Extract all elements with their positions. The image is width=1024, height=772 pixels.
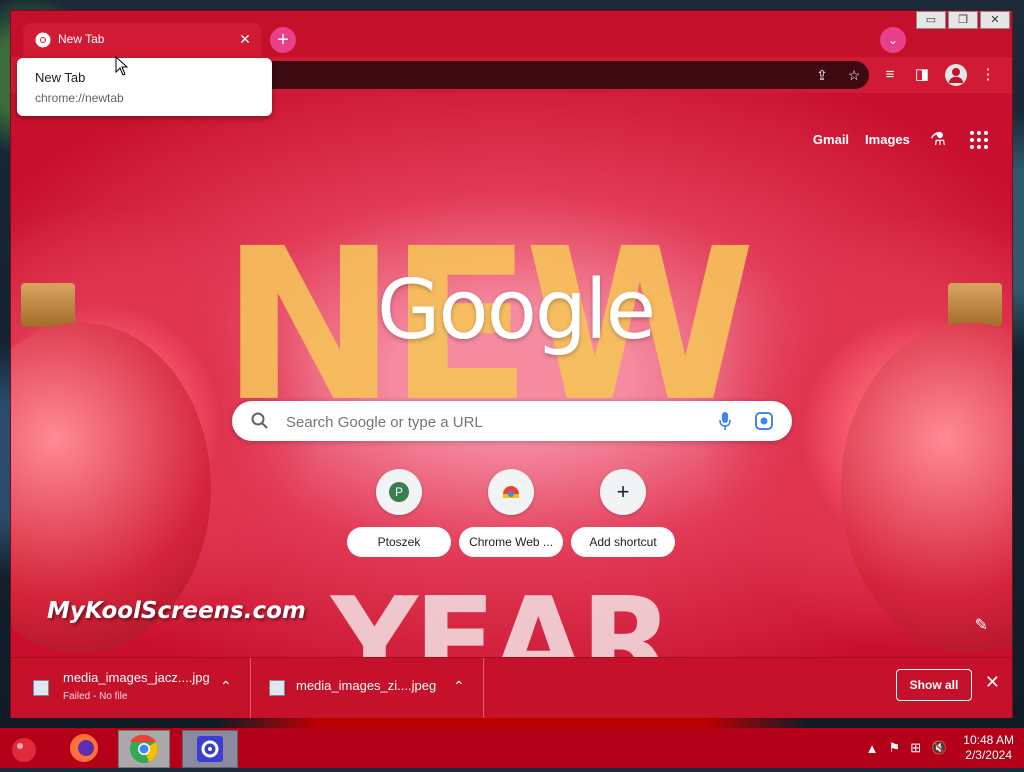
image-file-icon	[269, 680, 285, 696]
new-tab-page: NEW YEAR Gmail Images ⚗ Google Search Go…	[11, 93, 1012, 657]
start-button[interactable]	[0, 730, 50, 766]
add-icon: +	[616, 479, 630, 504]
clock-time: 10:48 AM	[963, 733, 1014, 747]
tray-expand-icon[interactable]: ▲	[866, 741, 879, 756]
volume-muted-icon[interactable]: 🔇	[931, 740, 947, 756]
window-controls: ▭ ❐ ✕	[914, 11, 1010, 29]
chrome-web-store-icon	[503, 486, 519, 498]
start-ornament-icon	[12, 738, 36, 762]
google-lens-icon[interactable]	[754, 411, 774, 431]
background-year-text: YEAR	[331, 573, 673, 657]
tab-search-button[interactable]: ⌄	[880, 27, 906, 53]
ornament-right	[841, 323, 1012, 653]
google-logo: Google	[377, 263, 656, 358]
download-status: Failed - No file	[63, 691, 128, 702]
firefox-icon	[70, 734, 98, 762]
labs-flask-icon[interactable]: ⚗	[930, 129, 946, 150]
top-links: Gmail Images ⚗	[797, 129, 988, 150]
voice-search-icon[interactable]	[718, 411, 732, 431]
reading-list-icon[interactable]: ≡	[881, 66, 899, 84]
tab-title: New Tab	[58, 32, 105, 46]
ornament-cap-right	[948, 283, 1002, 327]
settings-gear-icon	[197, 736, 223, 762]
search-icon	[251, 412, 268, 429]
system-tray: ▲ ⚑ ⊞ 🔇 10:48 AM 2/3/2024	[866, 732, 1014, 764]
action-center-flag-icon[interactable]: ⚑	[889, 740, 901, 756]
taskbar-chrome[interactable]	[118, 730, 170, 768]
bookmark-star-icon[interactable]: ☆	[846, 67, 862, 83]
address-bar[interactable]: ⇪ ☆	[259, 61, 869, 89]
new-tab-button[interactable]: +	[270, 27, 296, 53]
shortcut-chrome-web-store[interactable]: Chrome Web ...	[459, 469, 563, 557]
shortcut-label: Add shortcut	[571, 527, 675, 557]
mouse-cursor-icon	[115, 56, 129, 76]
clock[interactable]: 10:48 AM 2/3/2024	[963, 733, 1014, 763]
show-all-button[interactable]: Show all	[896, 669, 972, 701]
network-icon[interactable]: ⊞	[910, 740, 921, 756]
tab-close-icon[interactable]: ✕	[235, 29, 255, 49]
share-icon[interactable]: ⇪	[814, 67, 830, 83]
tab-strip: New Tab ✕ + ⌄ ▭ ❐ ✕	[11, 11, 1012, 57]
tooltip-url: chrome://newtab	[35, 91, 124, 105]
image-file-icon	[33, 680, 49, 696]
shortcut-ptoszek[interactable]: P Ptoszek	[347, 469, 451, 557]
tab-hover-tooltip: New Tab chrome://newtab	[17, 58, 272, 116]
close-window-button[interactable]: ✕	[980, 11, 1010, 29]
shortcut-label: Ptoszek	[347, 527, 451, 557]
taskbar-firefox[interactable]	[62, 730, 112, 766]
ornament-cap-left	[21, 283, 75, 327]
minimize-button[interactable]: ▭	[916, 11, 946, 29]
shortcut-add[interactable]: + Add shortcut	[571, 469, 675, 557]
taskbar: ▲ ⚑ ⊞ 🔇 10:48 AM 2/3/2024	[0, 728, 1024, 768]
menu-icon[interactable]: ⋮	[979, 66, 997, 84]
ptoszek-avatar-icon: P	[389, 482, 409, 502]
clock-date: 2/3/2024	[965, 748, 1012, 762]
download-item[interactable]: media_images_zi....jpeg ⌃	[251, 658, 484, 718]
apps-grid-icon[interactable]	[970, 130, 988, 149]
profile-avatar-icon[interactable]	[945, 64, 967, 86]
close-download-bar-icon[interactable]: ✕	[985, 672, 1000, 693]
taskbar-settings[interactable]	[182, 730, 238, 768]
shortcut-label: Chrome Web ...	[459, 527, 563, 557]
images-link[interactable]: Images	[865, 132, 910, 147]
search-input[interactable]	[284, 408, 708, 436]
tab-new-tab[interactable]: New Tab ✕	[23, 23, 261, 57]
download-filename: media_images_zi....jpeg	[296, 678, 437, 693]
tooltip-title: New Tab	[35, 70, 86, 85]
download-filename: media_images_jacz....jpg	[63, 670, 210, 685]
search-box[interactable]	[232, 401, 792, 441]
watermark-text: MyKoolScreens.com	[47, 598, 306, 624]
gmail-link[interactable]: Gmail	[813, 132, 849, 147]
customize-pencil-icon[interactable]: ✎	[975, 615, 988, 635]
chrome-taskbar-icon	[130, 734, 158, 763]
download-item[interactable]: media_images_jacz....jpg Failed - No fil…	[11, 658, 251, 718]
browser-window: New Tab ✕ + ⌄ ▭ ❐ ✕ ⇪ ☆ ≡ ◨ ⋮ NEW YEAR G…	[11, 11, 1012, 718]
side-panel-icon[interactable]: ◨	[913, 66, 931, 84]
chevron-up-icon[interactable]: ⌃	[220, 678, 232, 695]
chevron-up-icon[interactable]: ⌃	[453, 678, 465, 695]
restore-button[interactable]: ❐	[948, 11, 978, 29]
download-bar: media_images_jacz....jpg Failed - No fil…	[11, 657, 1012, 718]
chrome-icon	[35, 32, 51, 48]
